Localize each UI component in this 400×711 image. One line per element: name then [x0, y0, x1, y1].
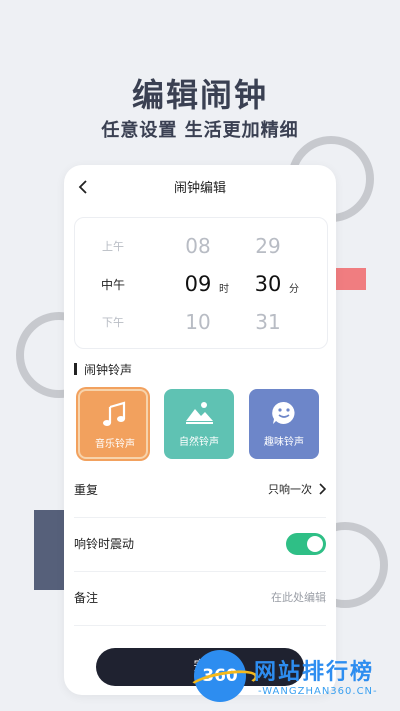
watermark-url: -WANGZHAN360.CN- — [258, 686, 378, 697]
ringtone-music-tile[interactable]: 音乐铃声 — [78, 389, 148, 459]
hour-unit: 时 — [219, 284, 229, 295]
period-option-selected[interactable]: 中午 — [93, 276, 133, 293]
watermark: 360 网站排行榜 -WANGZHAN360.CN- — [190, 648, 400, 711]
hour-option[interactable]: 08 — [173, 234, 223, 258]
period-option[interactable]: 下午 — [93, 314, 133, 330]
tile-label: 音乐铃声 — [95, 439, 135, 450]
hour-option[interactable]: 10 — [173, 310, 223, 334]
minute-option[interactable]: 31 — [243, 310, 293, 334]
period-option[interactable]: 上午 — [93, 238, 133, 254]
section-marker — [74, 363, 77, 375]
hour-option-selected[interactable]: 09 — [173, 272, 223, 296]
page-title: 闹钟编辑 — [173, 181, 226, 196]
nav-bar: 闹钟编辑 — [64, 165, 336, 209]
decor-block — [34, 510, 66, 590]
note-input[interactable]: 在此处编辑 — [271, 589, 326, 605]
note-label: 备注 — [74, 591, 99, 605]
minute-option-selected[interactable]: 30 — [243, 272, 293, 296]
tile-label: 趣味铃声 — [264, 437, 304, 448]
tile-label: 自然铃声 — [179, 437, 219, 448]
mountain-landscape-icon — [186, 402, 213, 424]
ringtone-nature-tile[interactable]: 自然铃声 — [164, 389, 234, 459]
decor-block — [336, 268, 366, 290]
hero-title: 编辑闹钟 — [131, 76, 268, 114]
chevron-right-icon — [319, 483, 326, 495]
repeat-value: 只响一次 — [268, 483, 312, 496]
phone-screen: 闹钟编辑 上午 中午 下午 08 09 时 10 29 30 分 31 闹钟铃声… — [64, 165, 336, 695]
vibrate-label: 响铃时震动 — [74, 537, 135, 551]
note-row[interactable]: 备注 在此处编辑 — [74, 571, 326, 626]
time-picker[interactable]: 上午 中午 下午 08 09 时 10 29 30 分 31 — [74, 217, 328, 349]
watermark-logo: 360 — [194, 650, 246, 702]
repeat-label: 重复 — [74, 483, 99, 497]
music-note-icon — [103, 401, 126, 426]
minute-option[interactable]: 29 — [243, 234, 293, 258]
vibrate-toggle[interactable] — [286, 533, 326, 555]
minute-unit: 分 — [289, 284, 299, 295]
watermark-name: 网站排行榜 — [254, 660, 375, 685]
smiley-chat-icon — [272, 401, 295, 424]
vibrate-row: 响铃时震动 — [74, 517, 326, 572]
repeat-row[interactable]: 重复 只响一次 — [74, 463, 326, 518]
toggle-knob — [307, 536, 323, 552]
section-title: 闹钟铃声 — [84, 363, 133, 377]
ringtone-fun-tile[interactable]: 趣味铃声 — [249, 389, 319, 459]
